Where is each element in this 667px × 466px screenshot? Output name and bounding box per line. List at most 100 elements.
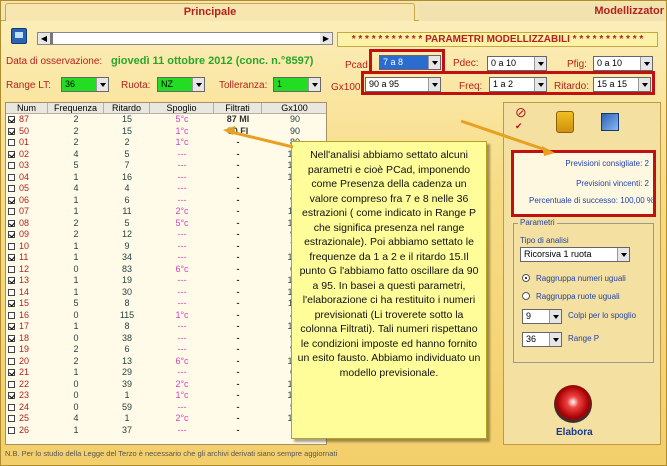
check-icon[interactable]: ✔ — [515, 121, 533, 139]
scroll-left-icon[interactable]: ◀ — [38, 33, 50, 44]
gx100-select[interactable]: 90 a 95 — [365, 77, 441, 92]
table-cell: - — [236, 332, 240, 343]
table-row[interactable]: 872155°c87 MI90898 — [6, 114, 326, 125]
table-row[interactable]: 1558----110 — [6, 298, 326, 309]
table-row[interactable]: 0245----100 — [6, 148, 326, 160]
table-cell: 1 — [73, 286, 79, 297]
table-cell: --- — [177, 160, 187, 170]
raggruppa-ruote-radio[interactable] — [522, 292, 530, 300]
chevron-down-icon — [428, 78, 440, 91]
table-row[interactable]: 502151°c50 FI90858 — [6, 125, 326, 137]
table-row[interactable]: 120836°c-60 — [6, 264, 326, 275]
bucket-icon[interactable] — [556, 111, 574, 133]
ritardo-select[interactable]: 15 a 15 — [593, 77, 651, 92]
numbers-table[interactable]: NumFrequenzaRitardoSpoglioFiltratiGx100P… — [5, 102, 327, 445]
table-cell: 25 — [19, 413, 30, 423]
table-cell: - — [236, 171, 240, 182]
no-entry-icon[interactable]: ⊘ — [515, 104, 533, 122]
table-row[interactable]: 24059----50 — [6, 401, 326, 413]
table-row[interactable]: 23011°c-120 — [6, 390, 326, 401]
table-cell: - — [236, 286, 240, 297]
range-lt-select[interactable]: 36 — [61, 77, 109, 92]
column-header-gx100[interactable]: Gx100 — [262, 103, 326, 114]
scroll-thumb[interactable] — [50, 33, 53, 44]
pfig-select[interactable]: 0 a 10 — [593, 56, 653, 71]
table-cell: - — [236, 206, 240, 216]
table-cell: 34 — [121, 252, 132, 262]
elabora-label[interactable]: Elabora — [556, 427, 593, 438]
table-cell: 5°c — [175, 114, 189, 124]
table-cell: 2°c — [175, 378, 189, 389]
table-row[interactable]: 220392°c-100 — [6, 378, 326, 390]
table-row[interactable]: 26 1 37 --- - — [6, 425, 326, 436]
scroll-right-icon[interactable]: ▶ — [320, 33, 332, 44]
table-cell: - — [236, 344, 240, 354]
table-cell: 21 — [19, 367, 30, 377]
table-cell: 1 — [73, 240, 79, 251]
table-cell: 08 — [19, 217, 30, 228]
chevron-down-icon — [640, 57, 652, 70]
column-header-frequenza[interactable]: Frequenza — [48, 103, 104, 114]
table-cell: - — [236, 183, 240, 193]
table-row[interactable]: 08255°c-130 — [6, 217, 326, 229]
freq-select[interactable]: 1 a 2 — [489, 77, 547, 92]
table-cell: 30 — [121, 286, 132, 297]
colpi-select[interactable]: 9 — [522, 309, 562, 324]
table-cell: 1 — [73, 171, 79, 182]
table-cell: 15 — [121, 125, 132, 136]
table-row[interactable]: 11134----130 — [6, 252, 326, 263]
table-row[interactable]: 0544----80 — [6, 183, 326, 194]
table-cell: 03 — [19, 160, 30, 170]
table-row[interactable]: 202136°c-170 — [6, 355, 326, 367]
table-row[interactable]: 1718----130 — [6, 321, 326, 332]
table-row[interactable]: 1019----70 — [6, 240, 326, 252]
table-cell: 87 — [19, 114, 30, 124]
tab-principale[interactable]: Principale — [5, 3, 415, 21]
table-row[interactable]: 25412°c-130 — [6, 413, 326, 424]
monitor-icon[interactable] — [11, 28, 27, 44]
pdec-select[interactable]: 0 a 10 — [487, 56, 547, 71]
raggruppa-numeri-radio[interactable] — [522, 274, 530, 282]
table-row[interactable]: 071112°c-110 — [6, 206, 326, 217]
table-cell: - — [236, 275, 240, 285]
table-row[interactable]: 0616----90 — [6, 195, 326, 206]
tolleranza-select[interactable]: 1 — [273, 77, 321, 92]
document-icon[interactable] — [601, 113, 619, 131]
tab-bar: Principale Modellizzator — [1, 1, 666, 21]
column-header-ritardo[interactable]: Ritardo — [104, 103, 150, 114]
chevron-down-icon — [638, 78, 650, 91]
table-row[interactable]: 0357----100 — [6, 160, 326, 171]
table-cell: - — [236, 137, 240, 147]
table-cell: 2 — [73, 125, 79, 136]
table-cell: - — [236, 378, 240, 389]
table-cell: 39 — [121, 378, 132, 389]
table-cell: 6°c — [175, 355, 189, 366]
column-header-num[interactable]: Num — [6, 103, 48, 114]
table-cell: 24 — [19, 401, 30, 412]
column-header-spoglio[interactable]: Spoglio — [150, 103, 214, 114]
table-row[interactable]: 18038----90 — [6, 332, 326, 344]
table-cell: - — [236, 367, 240, 377]
table-cell: 5 — [124, 217, 130, 228]
table-cell: 90 — [289, 125, 300, 136]
table-row[interactable]: 01221°c-80 — [6, 137, 326, 148]
table-cell: --- — [177, 344, 187, 354]
table-cell: - — [236, 148, 240, 159]
table-row[interactable]: 1926----90 — [6, 344, 326, 355]
table-cell: 8 — [124, 321, 130, 331]
pcad-select[interactable]: 7 a 8 — [379, 55, 441, 70]
tipo-analisi-select[interactable]: Ricorsiva 1 ruota — [520, 247, 630, 262]
tab-modellizzatore[interactable]: Modellizzator — [419, 3, 666, 21]
table-row[interactable]: 09212----90 — [6, 229, 326, 240]
table-row[interactable]: 1601151°c-40 — [6, 310, 326, 321]
range-lt-label: Range LT: — [6, 80, 51, 91]
table-row[interactable]: 14130----150 — [6, 286, 326, 298]
table-row[interactable]: 04116----100 — [6, 171, 326, 183]
ruota-select[interactable]: NZ — [157, 77, 205, 92]
table-row[interactable]: 21129----60 — [6, 367, 326, 378]
table-row[interactable]: 13119----130 — [6, 275, 326, 286]
range-p-select[interactable]: 36 — [522, 332, 562, 347]
date-scrollbar[interactable]: ◀ ▶ — [37, 32, 333, 45]
column-header-filtrati[interactable]: Filtrati — [214, 103, 262, 114]
elabora-button[interactable] — [554, 385, 592, 423]
